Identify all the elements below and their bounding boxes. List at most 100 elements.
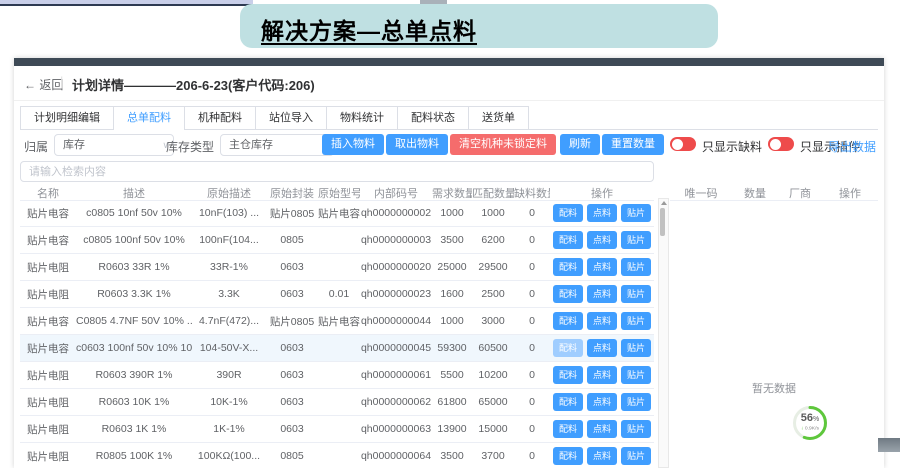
back-button[interactable]: ← 返回	[24, 76, 63, 93]
row-action-button-0[interactable]: 配料	[553, 420, 583, 438]
column-header: 原始型号	[318, 185, 360, 201]
table-row[interactable]: 贴片电阻R0603 33R 1%33R-1%0603qh000000002025…	[20, 254, 654, 281]
table-row[interactable]: 贴片电容c0603 100nf 50v 10% 104104-50V-X...0…	[20, 335, 654, 362]
table-row[interactable]: 贴片电容c0805 100nf 50v 10%100nF(104...0805q…	[20, 227, 654, 254]
row-actions: 配料点料贴片	[550, 231, 654, 249]
tab-2[interactable]: 机种配料	[184, 106, 255, 129]
row-action-button-0[interactable]: 配料	[553, 447, 583, 465]
table-row[interactable]: 贴片电阻R0603 10K 1%10K-1%0603qh000000006261…	[20, 389, 654, 416]
row-action-button-1[interactable]: 点料	[587, 339, 617, 357]
row-action-button-1[interactable]: 点料	[587, 312, 617, 330]
tab-1[interactable]: 总单配料	[113, 106, 184, 129]
cell-name: 贴片电阻	[20, 422, 76, 437]
row-action-button-1[interactable]: 点料	[587, 420, 617, 438]
row-action-button-2[interactable]: 贴片	[621, 366, 651, 384]
cell-code: qh0000000020	[360, 261, 432, 273]
cell-orig_pkg: 0805	[266, 450, 318, 462]
cell-orig_pkg: 0603	[266, 261, 318, 273]
table-row[interactable]: 贴片电容c0805 10nf 50v 10%10nF(103) ...贴片080…	[20, 200, 654, 227]
row-action-button-0[interactable]: 配料	[553, 285, 583, 303]
column-header: 原始描述	[192, 185, 266, 201]
only-shortage-toggle[interactable]	[670, 137, 696, 151]
table-row[interactable]: 贴片电阻R0603 1K 1%1K-1%0603qh00000000631390…	[20, 416, 654, 443]
row-action-button-2[interactable]: 贴片	[621, 258, 651, 276]
cell-code: qh0000000064	[360, 450, 432, 462]
row-action-button-0[interactable]: 配料	[553, 231, 583, 249]
scrollbar-up-icon[interactable]	[661, 201, 667, 205]
row-action-button-1[interactable]: 点料	[587, 231, 617, 249]
cell-shortage: 0	[514, 450, 550, 462]
right-column-header: 数量	[732, 185, 778, 201]
only-plugin-toggle[interactable]	[768, 137, 794, 151]
row-action-button-1[interactable]: 点料	[587, 285, 617, 303]
row-action-button-2[interactable]: 贴片	[621, 420, 651, 438]
tab-4[interactable]: 物料统计	[326, 106, 397, 129]
cell-orig_desc: 100nF(104...	[192, 234, 266, 246]
row-action-button-1[interactable]: 点料	[587, 447, 617, 465]
toggle-knob	[672, 139, 683, 150]
bottom-right-grey-fragment	[878, 438, 900, 452]
row-action-button-2[interactable]: 贴片	[621, 447, 651, 465]
search-input[interactable]	[21, 163, 669, 182]
column-header: 描述	[76, 185, 192, 201]
cell-matched: 3000	[472, 315, 514, 327]
row-action-button-0[interactable]: 配料	[553, 312, 583, 330]
row-action-button-2[interactable]: 贴片	[621, 231, 651, 249]
vertical-scrollbar[interactable]	[658, 198, 669, 468]
row-action-button-1[interactable]: 点料	[587, 393, 617, 411]
row-action-button-2[interactable]: 贴片	[621, 393, 651, 411]
owner-label: 归属	[24, 138, 48, 155]
stock-type-select[interactable]: 主仓库存 ∨	[220, 134, 334, 156]
refresh-button[interactable]: 刷新	[560, 134, 600, 155]
no-data-text: 暂无数据	[670, 380, 878, 396]
row-action-button-1[interactable]: 点料	[587, 204, 617, 222]
column-header: 操作	[550, 185, 654, 201]
takeout-material-button[interactable]: 取出物料	[386, 134, 448, 155]
tab-5[interactable]: 配料状态	[397, 106, 468, 129]
row-action-button-1[interactable]: 点料	[587, 258, 617, 276]
slide-title-banner: 解决方案—总单点料	[240, 4, 718, 48]
scrollbar-thumb[interactable]	[660, 208, 665, 236]
row-action-button-2[interactable]: 贴片	[621, 204, 651, 222]
owner-select-value: 库存	[63, 139, 85, 151]
row-action-button-0[interactable]: 配料	[553, 339, 583, 357]
row-action-button-0[interactable]: 配料	[553, 393, 583, 411]
table-body: 贴片电容c0805 10nf 50v 10%10nF(103) ...贴片080…	[20, 200, 654, 468]
table-row[interactable]: 贴片电阻R0603 3.3K 1%3.3K06030.01qh000000002…	[20, 281, 654, 308]
cell-code: qh0000000062	[360, 396, 432, 408]
row-action-button-0[interactable]: 配料	[553, 366, 583, 384]
row-action-button-0[interactable]: 配料	[553, 258, 583, 276]
table-row[interactable]: 贴片电阻R0603 390R 1%390R0603qh0000000061550…	[20, 362, 654, 389]
row-action-button-2[interactable]: 贴片	[621, 312, 651, 330]
table-row[interactable]: 贴片电容C0805 4.7NF 50V 10% ...4.7nF(472)...…	[20, 308, 654, 335]
only-shortage-label: 只显示缺料	[702, 138, 762, 155]
insert-material-button[interactable]: 插入物料	[322, 134, 384, 155]
stock-type-label: 库存类型	[166, 138, 214, 155]
cell-orig_pkg: 贴片0805	[266, 314, 318, 329]
row-action-button-1[interactable]: 点料	[587, 366, 617, 384]
progress-widget[interactable]: 56% ↓ 0.9K/s	[791, 404, 829, 442]
back-arrow-icon: ←	[24, 78, 36, 92]
cell-code: qh0000000002	[360, 207, 432, 219]
table-row[interactable]: 贴片电阻R0805 100K 1%100KΩ(100...0805qh00000…	[20, 443, 654, 468]
clear-unlocked-button[interactable]: 清空机种未锁定料	[450, 134, 556, 155]
app-window: ← 返回 | 计划详情————206-6-23(客户代码:206) 计划明细编辑…	[14, 58, 884, 468]
cell-name: 贴片电容	[20, 314, 76, 329]
row-action-button-2[interactable]: 贴片	[621, 339, 651, 357]
row-action-button-2[interactable]: 贴片	[621, 285, 651, 303]
cell-name: 贴片电阻	[20, 287, 76, 302]
tab-0[interactable]: 计划明细编辑	[20, 106, 113, 129]
owner-select[interactable]: 库存 ∨	[54, 134, 174, 156]
row-actions: 配料点料贴片	[550, 420, 654, 438]
cell-orig_pkg: 0603	[266, 423, 318, 435]
reset-quantity-button[interactable]: 重置数量	[602, 134, 664, 155]
row-action-button-0[interactable]: 配料	[553, 204, 583, 222]
cell-shortage: 0	[514, 369, 550, 381]
cell-desc: c0805 100nf 50v 10%	[76, 234, 192, 246]
export-data-link[interactable]: 导出数据	[828, 138, 876, 155]
tab-6[interactable]: 送货单	[468, 106, 529, 129]
cell-code: qh0000000063	[360, 423, 432, 435]
window-top-bar	[14, 58, 884, 66]
tab-3[interactable]: 站位导入	[255, 106, 326, 129]
progress-percent: 56%	[791, 412, 829, 424]
